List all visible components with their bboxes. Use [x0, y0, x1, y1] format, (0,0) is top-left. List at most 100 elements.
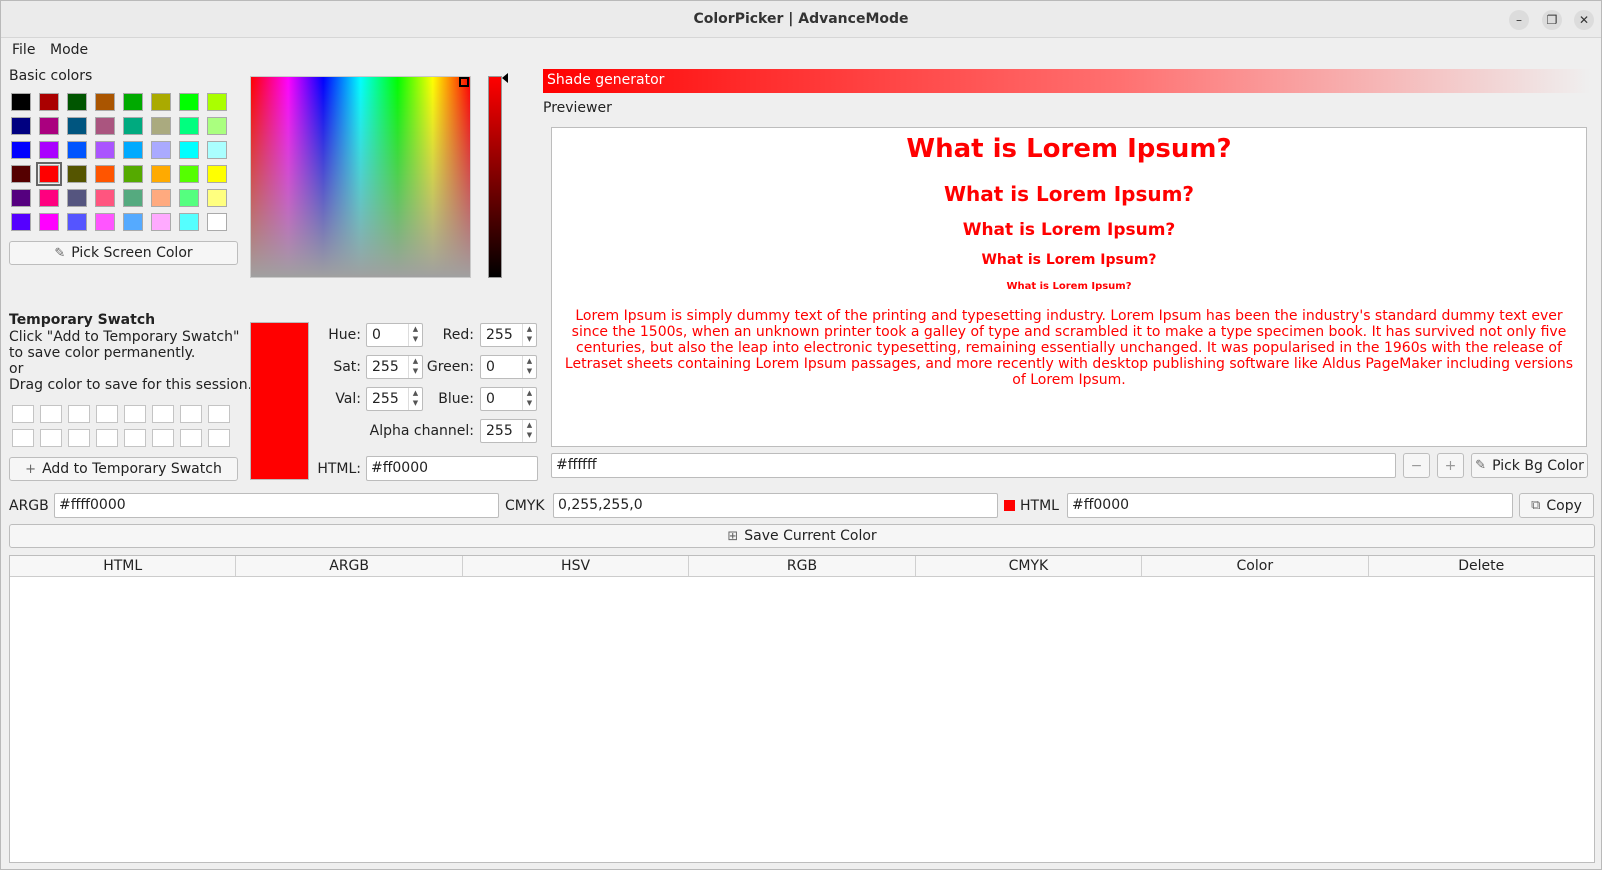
- temp-swatch-slot[interactable]: [12, 429, 34, 447]
- basic-color-swatch[interactable]: [151, 117, 171, 135]
- col-rgb[interactable]: RGB: [689, 556, 916, 576]
- col-cmyk[interactable]: CMYK: [916, 556, 1143, 576]
- sat-spinbox[interactable]: 255 ▲ ▼: [366, 355, 423, 379]
- basic-color-swatch[interactable]: [151, 93, 171, 111]
- col-html[interactable]: HTML: [10, 556, 237, 576]
- save-current-color-button[interactable]: ⊞ Save Current Color: [9, 524, 1595, 548]
- red-spinbox[interactable]: 255 ▲ ▼: [480, 323, 537, 347]
- temp-swatch-slot[interactable]: [180, 405, 202, 423]
- blue-spinbox[interactable]: 0 ▲ ▼: [480, 387, 537, 411]
- basic-color-swatch[interactable]: [11, 141, 31, 159]
- basic-color-swatch[interactable]: [67, 93, 87, 111]
- basic-color-swatch[interactable]: [39, 213, 59, 231]
- basic-color-swatch[interactable]: [36, 162, 62, 186]
- basic-color-swatch[interactable]: [151, 165, 171, 183]
- temp-swatch-slot[interactable]: [152, 429, 174, 447]
- temp-swatch-slot[interactable]: [40, 405, 62, 423]
- spectrum-cursor[interactable]: [459, 77, 469, 87]
- bg-color-input[interactable]: #ffffff: [551, 453, 1396, 478]
- basic-color-swatch[interactable]: [95, 213, 115, 231]
- basic-color-swatch[interactable]: [39, 141, 59, 159]
- basic-color-swatch[interactable]: [151, 189, 171, 207]
- basic-color-swatch[interactable]: [179, 141, 199, 159]
- basic-color-swatch[interactable]: [39, 117, 59, 135]
- basic-color-swatch[interactable]: [207, 141, 227, 159]
- temp-swatch-slot[interactable]: [40, 429, 62, 447]
- value-slider-handle[interactable]: [502, 73, 508, 83]
- basic-color-swatch[interactable]: [67, 117, 87, 135]
- basic-color-swatch[interactable]: [207, 117, 227, 135]
- alpha-spinbox[interactable]: 255 ▲ ▼: [480, 419, 537, 443]
- add-to-temp-swatch-button[interactable]: + Add to Temporary Swatch: [9, 457, 238, 481]
- maximize-icon[interactable]: ❐: [1542, 10, 1562, 30]
- basic-color-swatch[interactable]: [123, 117, 143, 135]
- basic-color-swatch[interactable]: [95, 189, 115, 207]
- basic-color-swatch[interactable]: [207, 93, 227, 111]
- basic-color-swatch[interactable]: [67, 165, 87, 183]
- basic-color-swatch[interactable]: [179, 165, 199, 183]
- hue-spinbox[interactable]: 0 ▲ ▼: [366, 323, 423, 347]
- val-spinbox[interactable]: 255 ▲ ▼: [366, 387, 423, 411]
- basic-color-swatch[interactable]: [123, 213, 143, 231]
- temp-swatch-slot[interactable]: [12, 405, 34, 423]
- temp-swatch-slot[interactable]: [96, 405, 118, 423]
- temp-swatch-slot[interactable]: [124, 405, 146, 423]
- bottom-html-input[interactable]: #ff0000: [1067, 493, 1513, 518]
- temp-swatch-slot[interactable]: [208, 429, 230, 447]
- basic-color-swatch[interactable]: [151, 213, 171, 231]
- minimize-icon[interactable]: –: [1509, 10, 1529, 30]
- argb-input[interactable]: #ffff0000: [54, 493, 499, 518]
- basic-color-swatch[interactable]: [123, 165, 143, 183]
- basic-color-swatch[interactable]: [151, 141, 171, 159]
- basic-color-swatch[interactable]: [95, 165, 115, 183]
- value-slider[interactable]: [488, 76, 502, 278]
- copy-button[interactable]: ⧉ Copy: [1519, 493, 1594, 518]
- color-spectrum-field[interactable]: [250, 76, 471, 278]
- shade-generator-bar[interactable]: Shade generator: [543, 69, 1591, 93]
- basic-color-swatch[interactable]: [39, 189, 59, 207]
- basic-color-swatch[interactable]: [179, 189, 199, 207]
- menu-file[interactable]: File: [12, 42, 35, 58]
- basic-color-swatch[interactable]: [67, 141, 87, 159]
- basic-color-swatch[interactable]: [11, 117, 31, 135]
- pick-screen-color-button[interactable]: ✎ Pick Screen Color: [9, 241, 238, 265]
- basic-color-swatch[interactable]: [207, 213, 227, 231]
- temp-swatch-slot[interactable]: [96, 429, 118, 447]
- basic-color-swatch[interactable]: [95, 117, 115, 135]
- temp-swatch-slot[interactable]: [180, 429, 202, 447]
- increase-button[interactable]: +: [1437, 453, 1464, 478]
- decrease-button[interactable]: −: [1403, 453, 1430, 478]
- col-argb[interactable]: ARGB: [236, 556, 463, 576]
- basic-color-swatch[interactable]: [123, 189, 143, 207]
- temp-swatch-slot[interactable]: [124, 429, 146, 447]
- basic-color-swatch[interactable]: [11, 189, 31, 207]
- basic-color-swatch[interactable]: [207, 165, 227, 183]
- col-color[interactable]: Color: [1142, 556, 1369, 576]
- basic-color-swatch[interactable]: [11, 165, 31, 183]
- close-icon[interactable]: ✕: [1574, 10, 1594, 30]
- basic-color-swatch[interactable]: [11, 93, 31, 111]
- temp-swatch-slot[interactable]: [208, 405, 230, 423]
- temp-swatch-slot[interactable]: [152, 405, 174, 423]
- pick-bg-color-button[interactable]: ✎ Pick Bg Color: [1471, 453, 1588, 478]
- basic-color-swatch[interactable]: [123, 93, 143, 111]
- green-spinbox[interactable]: 0 ▲ ▼: [480, 355, 537, 379]
- basic-color-swatch[interactable]: [207, 189, 227, 207]
- basic-color-swatch[interactable]: [67, 189, 87, 207]
- basic-color-swatch[interactable]: [67, 213, 87, 231]
- basic-color-swatch[interactable]: [179, 117, 199, 135]
- col-hsv[interactable]: HSV: [463, 556, 690, 576]
- temp-swatch-slot[interactable]: [68, 429, 90, 447]
- basic-color-swatch[interactable]: [39, 93, 59, 111]
- html-input[interactable]: #ff0000: [366, 456, 538, 481]
- basic-color-swatch[interactable]: [179, 213, 199, 231]
- basic-color-swatch[interactable]: [95, 141, 115, 159]
- basic-color-swatch[interactable]: [95, 93, 115, 111]
- temp-swatch-slot[interactable]: [68, 405, 90, 423]
- cmyk-input[interactable]: 0,255,255,0: [553, 493, 998, 518]
- col-delete[interactable]: Delete: [1369, 556, 1594, 576]
- basic-color-swatch[interactable]: [123, 141, 143, 159]
- basic-color-swatch[interactable]: [11, 213, 31, 231]
- menu-mode[interactable]: Mode: [50, 42, 88, 58]
- basic-color-swatch[interactable]: [179, 93, 199, 111]
